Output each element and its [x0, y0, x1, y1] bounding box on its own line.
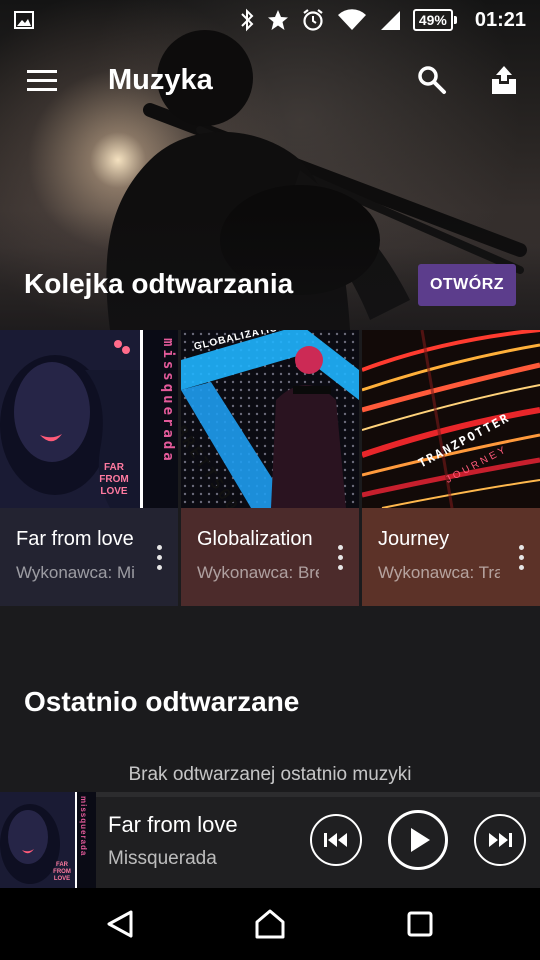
mini-player-title: Far from love [108, 812, 238, 837]
mini-player[interactable]: missquerada FAR FROM LOVE Far from love … [0, 792, 540, 888]
app-bar: Muzyka [0, 40, 540, 120]
battery-icon: 49% [412, 9, 457, 31]
play-icon [411, 828, 430, 852]
alarm-icon [303, 9, 323, 31]
album-art-journey: TRANZPOTTER JOURNEY [362, 330, 540, 508]
mini-player-album-art: missquerada FAR FROM LOVE [0, 792, 96, 888]
mini-player-artist: Missquerada [108, 848, 217, 869]
album-art-line: FROM [99, 474, 129, 485]
album-art-far-from-love: missquerada FAR FROM LOVE [0, 330, 178, 508]
previous-button[interactable] [310, 814, 362, 866]
clock: 01:21 [474, 8, 526, 31]
card-info: Globalization Wykonawca: Bre [181, 508, 359, 606]
album-art-line: FROM [53, 869, 71, 875]
card-title: Globalization [197, 528, 313, 550]
status-bar: 49% 01:21 [0, 0, 540, 40]
queue-card-far-from-love[interactable]: missquerada FAR FROM LOVE Far from love … [0, 330, 178, 606]
card-artist: Wykonawca: Tra [378, 563, 500, 582]
share-icon [492, 66, 516, 94]
search-button[interactable] [396, 40, 468, 120]
back-button[interactable] [72, 888, 168, 960]
bluetooth-icon [241, 8, 254, 32]
star-icon [267, 10, 288, 30]
recents-icon [407, 911, 433, 937]
next-icon [489, 833, 512, 847]
card-info: Far from love Wykonawca: Mi [0, 508, 178, 606]
album-art-line: LOVE [100, 486, 128, 497]
home-button[interactable] [222, 888, 318, 960]
queue-title: Kolejka odtwarzania [24, 268, 294, 299]
queue-list: missquerada FAR FROM LOVE Far from love … [0, 330, 540, 606]
play-button[interactable] [388, 810, 448, 870]
home-icon [255, 909, 285, 939]
wifi-icon [337, 9, 366, 31]
album-art-line: LOVE [53, 876, 71, 882]
more-options-button[interactable] [329, 542, 351, 572]
album-art-vertical-text: missquerada [160, 338, 176, 464]
search-icon [418, 66, 446, 94]
card-info: Journey Wykonawca: Tra [362, 508, 540, 606]
menu-button[interactable] [0, 40, 84, 120]
signal-icon [380, 11, 400, 30]
album-art-vertical-text: missquerada [79, 796, 88, 857]
recent-empty-message: Brak odtwarzanej ostatnio muzyki [128, 764, 412, 785]
image-notification-icon [14, 11, 34, 29]
album-art-line: FAR [56, 862, 68, 868]
battery-percent: 49% [412, 9, 453, 31]
share-button[interactable] [468, 40, 540, 120]
back-icon [107, 910, 133, 938]
queue-card-globalization[interactable]: GLOBALIZATION BRETT5000 Globalization Wy… [181, 330, 359, 606]
next-button[interactable] [474, 814, 526, 866]
menu-icon [27, 70, 57, 91]
recents-button[interactable] [372, 888, 468, 960]
more-options-button[interactable] [148, 542, 170, 572]
recent-title: Ostatnio odtwarzane [24, 686, 300, 717]
album-art-text: FAR FROM LOVE [92, 462, 136, 498]
navigation-bar [0, 888, 540, 960]
album-art-text: FAR FROM LOVE [50, 862, 74, 883]
more-options-button[interactable] [510, 542, 532, 572]
card-title: Journey [378, 528, 450, 550]
open-queue-button[interactable]: OTWÓRZ [418, 264, 516, 306]
album-art-globalization: GLOBALIZATION BRETT5000 [181, 330, 359, 508]
page-title: Muzyka [108, 63, 213, 96]
previous-icon [324, 833, 347, 847]
card-title: Far from love [16, 528, 134, 550]
card-artist: Wykonawca: Mi [16, 563, 135, 582]
album-art-line: FAR [104, 462, 124, 473]
card-artist: Wykonawca: Bre [197, 563, 319, 582]
queue-card-journey[interactable]: TRANZPOTTER JOURNEY Journey Wykonawca: T… [362, 330, 540, 606]
